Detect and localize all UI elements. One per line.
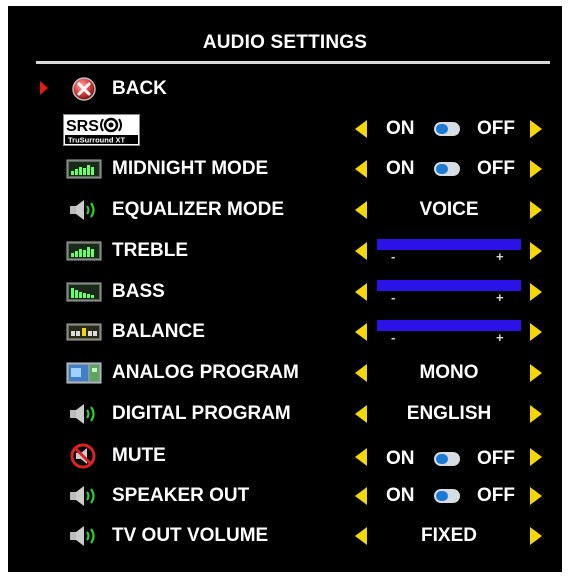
digital-program-label: DIGITAL PROGRAM <box>112 403 291 424</box>
bass-decrease-arrow[interactable] <box>355 283 367 301</box>
equalizer-display-icon <box>66 282 102 302</box>
bass-plus-label: + <box>496 290 504 305</box>
speaker-out-prev-arrow[interactable] <box>355 487 367 505</box>
treble-row[interactable]: TREBLE - + <box>8 234 562 268</box>
equalizer-mode-row[interactable]: EQUALIZER MODE VOICE <box>8 193 562 227</box>
selection-arrow-icon <box>40 81 48 95</box>
analog-program-label: ANALOG PROGRAM <box>112 362 299 383</box>
bass-increase-arrow[interactable] <box>530 283 542 301</box>
speaker-icon <box>70 404 95 424</box>
close-icon <box>72 77 96 101</box>
speaker-icon <box>70 526 95 546</box>
midnight-mode-row[interactable]: MIDNIGHT MODE ON OFF <box>8 152 562 186</box>
audio-settings-menu: AUDIO SETTINGS BACK SRS TruSurround XT O… <box>8 6 562 572</box>
speaker-out-on-option[interactable]: ON <box>386 485 415 507</box>
title-divider <box>36 61 550 64</box>
treble-increase-arrow[interactable] <box>530 242 542 260</box>
bass-row[interactable]: BASS - + <box>8 275 562 309</box>
srs-next-arrow[interactable] <box>530 120 542 138</box>
equalizer-mode-value: VOICE <box>419 199 479 220</box>
mute-row[interactable]: MUTE ON OFF <box>8 439 562 473</box>
balance-minus-label: - <box>391 330 396 345</box>
mute-next-arrow[interactable] <box>530 448 542 466</box>
balance-display-icon <box>66 323 102 341</box>
analog-program-value: MONO <box>419 362 479 383</box>
mute-off-option[interactable]: OFF <box>477 448 515 470</box>
back-label: BACK <box>112 78 167 99</box>
mute-prev-arrow[interactable] <box>355 448 367 466</box>
speaker-icon <box>70 200 95 220</box>
treble-plus-label: + <box>496 249 504 264</box>
equalizer-display-icon <box>66 159 102 179</box>
speaker-out-next-arrow[interactable] <box>530 487 542 505</box>
srs-toggle-icon[interactable] <box>434 122 460 136</box>
speaker-out-off-option[interactable]: OFF <box>477 485 515 507</box>
balance-label: BALANCE <box>112 321 205 342</box>
digital-program-row[interactable]: DIGITAL PROGRAM ENGLISH <box>8 397 562 431</box>
analog-program-row[interactable]: ANALOG PROGRAM MONO <box>8 356 562 390</box>
equalizer-display-icon <box>66 241 102 261</box>
digital-next-arrow[interactable] <box>530 405 542 423</box>
srs-trusurround-logo: SRS TruSurround XT <box>63 114 140 146</box>
tv-out-volume-label: TV OUT VOLUME <box>112 525 269 546</box>
midnight-off-option[interactable]: OFF <box>477 158 515 180</box>
svg-text:SRS: SRS <box>66 118 99 135</box>
speaker-out-label: SPEAKER OUT <box>112 485 250 506</box>
midnight-next-arrow[interactable] <box>530 160 542 178</box>
svg-text:TruSurround XT: TruSurround XT <box>68 136 126 145</box>
analog-prev-arrow[interactable] <box>355 364 367 382</box>
midnight-toggle-icon[interactable] <box>434 162 460 176</box>
bass-minus-label: - <box>391 290 396 305</box>
balance-plus-label: + <box>496 330 504 345</box>
tv-out-volume-row[interactable]: TV OUT VOLUME FIXED <box>8 519 562 553</box>
srs-off-option[interactable]: OFF <box>477 118 515 140</box>
mute-icon <box>70 443 96 469</box>
menu-title: AUDIO SETTINGS <box>202 32 368 53</box>
balance-decrease-arrow[interactable] <box>355 323 367 341</box>
srs-row[interactable]: SRS TruSurround XT ON OFF <box>8 112 562 146</box>
midnight-prev-arrow[interactable] <box>355 160 367 178</box>
midnight-mode-label: MIDNIGHT MODE <box>112 158 269 179</box>
analog-next-arrow[interactable] <box>530 364 542 382</box>
srs-on-option[interactable]: ON <box>386 118 415 140</box>
treble-decrease-arrow[interactable] <box>355 242 367 260</box>
tv-out-next-arrow[interactable] <box>530 527 542 545</box>
digital-program-value: ENGLISH <box>406 403 492 424</box>
srs-prev-arrow[interactable] <box>355 120 367 138</box>
mute-toggle-icon[interactable] <box>434 452 460 466</box>
mute-on-option[interactable]: ON <box>386 448 415 470</box>
treble-minus-label: - <box>391 249 396 264</box>
balance-row[interactable]: BALANCE - + <box>8 315 562 349</box>
speaker-icon <box>70 486 95 506</box>
balance-increase-arrow[interactable] <box>530 323 542 341</box>
treble-label: TREBLE <box>112 240 188 261</box>
equalizer-mode-label: EQUALIZER MODE <box>112 199 285 220</box>
digital-prev-arrow[interactable] <box>355 405 367 423</box>
speaker-out-toggle-icon[interactable] <box>434 489 460 503</box>
bass-label: BASS <box>112 281 165 302</box>
mute-label: MUTE <box>112 445 166 466</box>
midnight-on-option[interactable]: ON <box>386 158 415 180</box>
equalizer-next-arrow[interactable] <box>530 201 542 219</box>
speaker-out-row[interactable]: SPEAKER OUT ON OFF <box>8 479 562 513</box>
tv-screen-icon <box>66 362 102 384</box>
tv-out-volume-value: FIXED <box>421 525 477 546</box>
equalizer-prev-arrow[interactable] <box>355 201 367 219</box>
tv-out-prev-arrow[interactable] <box>355 527 367 545</box>
back-row[interactable]: BACK <box>8 72 562 106</box>
